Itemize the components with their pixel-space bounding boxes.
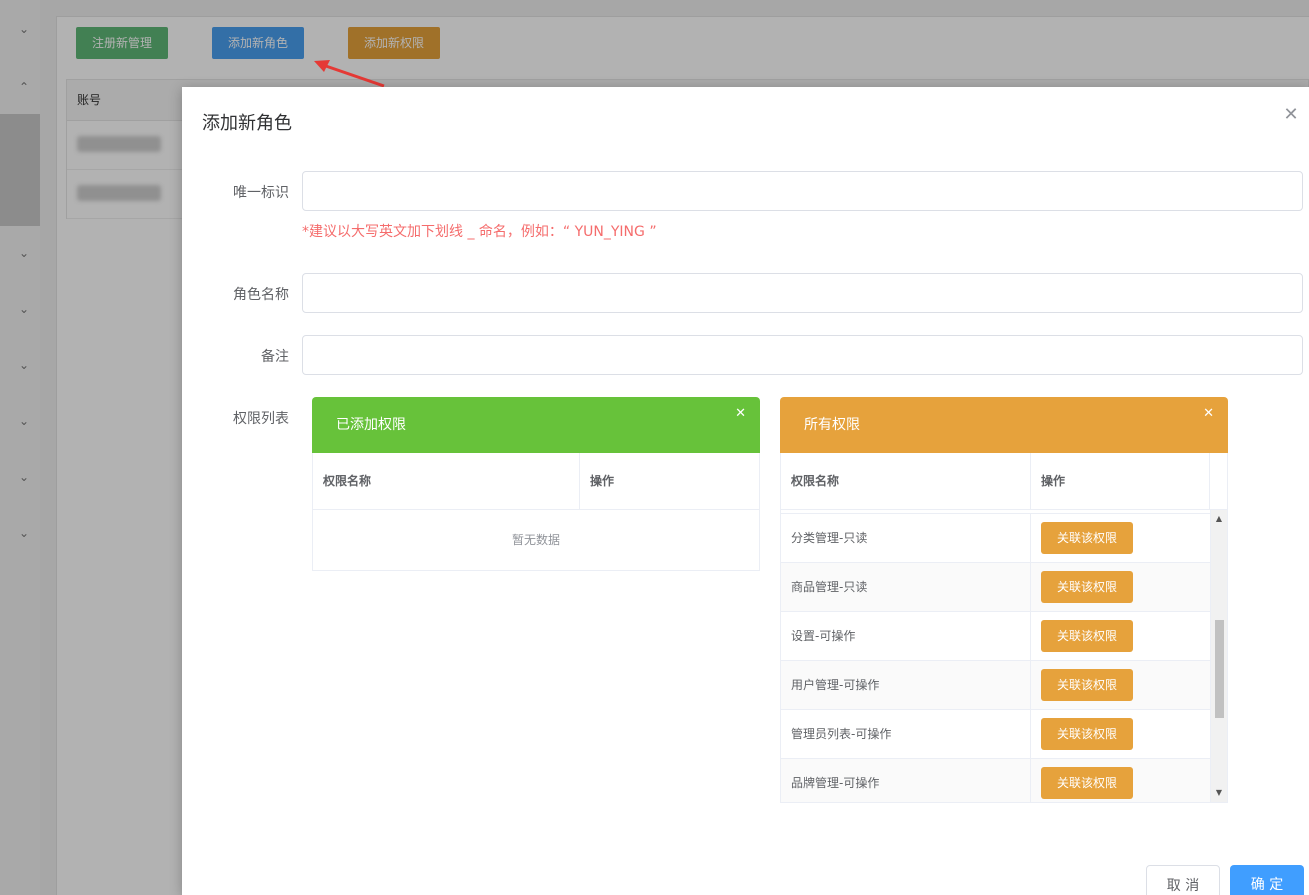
added-permissions-panel: 已添加权限 ✕ 权限名称 操作 暂无数据 bbox=[312, 397, 760, 571]
remark-input[interactable] bbox=[302, 335, 1303, 375]
dialog-title: 添加新角色 bbox=[202, 113, 292, 134]
add-role-dialog: 添加新角色 ✕ 唯一标识 *建议以大写英文加下划线 _ 命名，例如：“ YUN_… bbox=[182, 87, 1309, 895]
link-permission-button[interactable]: 关联该权限 bbox=[1041, 522, 1133, 554]
link-permission-button[interactable]: 关联该权限 bbox=[1041, 718, 1133, 750]
permission-name: 用户管理-可操作 bbox=[781, 661, 1031, 709]
permission-name: 分类管理-只读 bbox=[781, 514, 1031, 562]
close-icon[interactable]: ✕ bbox=[1281, 105, 1301, 125]
column-header-action: 操作 bbox=[1031, 453, 1210, 509]
permission-name: 商品管理-只读 bbox=[781, 563, 1031, 611]
identifier-input[interactable] bbox=[302, 171, 1303, 211]
scrollbar-thumb[interactable] bbox=[1215, 620, 1224, 718]
table-row: 商品管理-只读 关联该权限 bbox=[781, 563, 1210, 612]
empty-state: 暂无数据 bbox=[511, 533, 560, 547]
remark-label: 备注 bbox=[261, 349, 289, 365]
added-permissions-title: 已添加权限 bbox=[336, 417, 406, 433]
permission-name: 管理员列表-可操作 bbox=[781, 710, 1031, 758]
link-permission-button[interactable]: 关联该权限 bbox=[1041, 571, 1133, 603]
permission-name: 品牌管理-可操作 bbox=[781, 759, 1031, 802]
all-permissions-header: 所有权限 ✕ bbox=[780, 397, 1228, 453]
table-header: 权限名称 操作 bbox=[313, 453, 759, 510]
table-header: 权限名称 操作 bbox=[781, 453, 1227, 510]
added-permissions-header: 已添加权限 ✕ bbox=[312, 397, 760, 453]
role-name-input[interactable] bbox=[302, 273, 1303, 313]
column-header-name: 权限名称 bbox=[313, 453, 580, 509]
table-row: 品牌管理-可操作 关联该权限 bbox=[781, 759, 1210, 802]
permission-rows[interactable]: 分类管理-只读 关联该权限 商品管理-只读 关联该权限 设置-可操作 关联该权限… bbox=[781, 510, 1210, 802]
close-icon[interactable]: ✕ bbox=[735, 407, 746, 421]
identifier-hint: *建议以大写英文加下划线 _ 命名，例如：“ YUN_YING ” bbox=[302, 224, 657, 240]
confirm-button[interactable]: 确 定 bbox=[1230, 865, 1304, 895]
column-header-action: 操作 bbox=[590, 474, 615, 488]
column-header-name: 权限名称 bbox=[781, 453, 1031, 509]
scroll-down-icon[interactable]: ▼ bbox=[1211, 786, 1227, 800]
table-row: 用户管理-可操作 关联该权限 bbox=[781, 661, 1210, 710]
table-row: 设置-可操作 关联该权限 bbox=[781, 612, 1210, 661]
all-permissions-table: 权限名称 操作 分类管理-只读 关联该权限 商品管理-只读 关联该权限 设置-可… bbox=[780, 453, 1228, 803]
table-row: 分类管理-只读 关联该权限 bbox=[781, 514, 1210, 563]
cancel-button[interactable]: 取 消 bbox=[1146, 865, 1220, 895]
permission-name: 设置-可操作 bbox=[781, 612, 1031, 660]
all-permissions-panel: 所有权限 ✕ 权限名称 操作 分类管理-只读 关联该权限 商品管理-只读 关联该… bbox=[780, 397, 1228, 803]
scroll-up-icon[interactable]: ▲ bbox=[1211, 512, 1227, 526]
scrollbar[interactable]: ▲ ▼ bbox=[1210, 510, 1227, 802]
permission-list-label: 权限列表 bbox=[233, 411, 289, 427]
added-permissions-table: 权限名称 操作 暂无数据 bbox=[312, 453, 760, 571]
role-name-label: 角色名称 bbox=[233, 287, 289, 303]
identifier-label: 唯一标识 bbox=[233, 185, 289, 201]
link-permission-button[interactable]: 关联该权限 bbox=[1041, 767, 1133, 799]
table-row: 管理员列表-可操作 关联该权限 bbox=[781, 710, 1210, 759]
all-permissions-title: 所有权限 bbox=[804, 417, 860, 433]
link-permission-button[interactable]: 关联该权限 bbox=[1041, 669, 1133, 701]
link-permission-button[interactable]: 关联该权限 bbox=[1041, 620, 1133, 652]
close-icon[interactable]: ✕ bbox=[1203, 407, 1214, 421]
